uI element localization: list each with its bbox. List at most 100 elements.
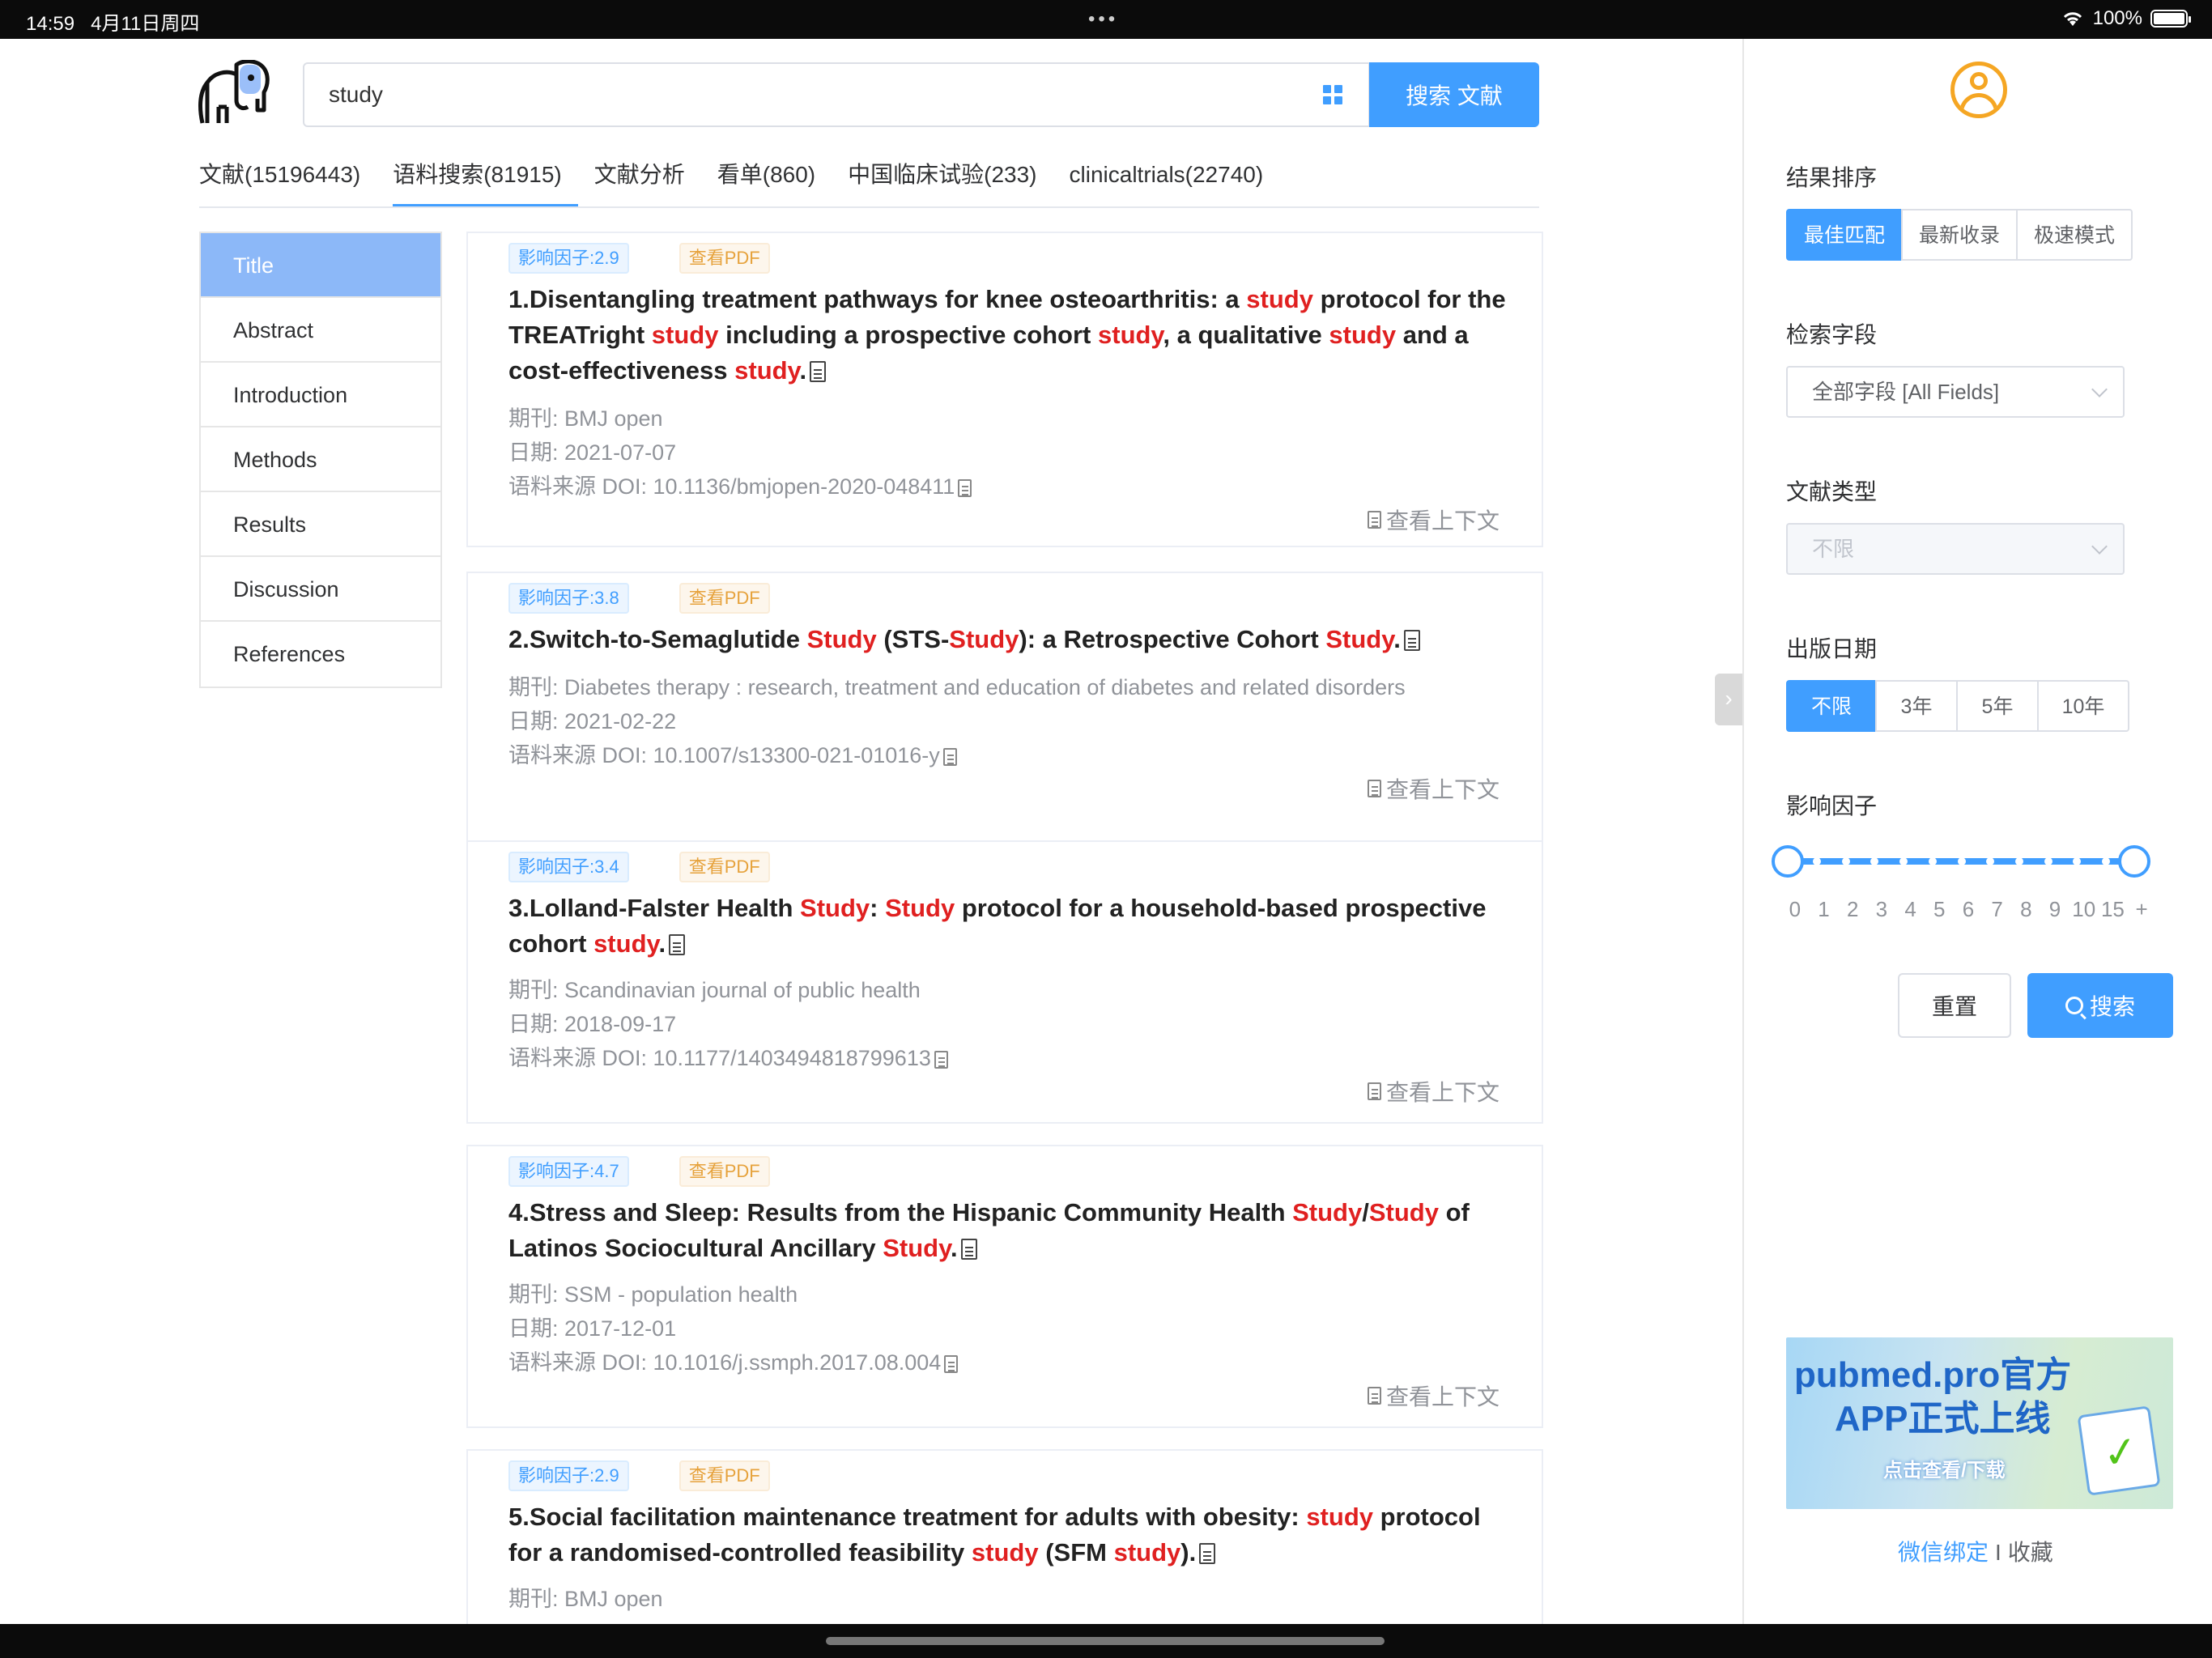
pub-date-segment: 不限 3年 5年 10年 [1786, 680, 2129, 732]
doi[interactable]: 语料来源 DOI: 10.1007/s13300-021-01016-y [508, 738, 1521, 772]
section-results[interactable]: Results [201, 492, 440, 557]
impact-factor-title: 影响因子 [1786, 793, 1878, 818]
result-card: 影响因子:2.9 查看PDF 5.Social facilitation mai… [466, 1449, 1543, 1635]
footer-links: 微信绑定 I 收藏 [1898, 1535, 2053, 1567]
date-10y[interactable]: 10年 [2037, 680, 2129, 732]
date-any[interactable]: 不限 [1786, 680, 1877, 732]
grid-icon[interactable] [1323, 85, 1342, 104]
field-select[interactable]: 全部字段 [All Fields] [1786, 366, 2125, 418]
journal: 期刊: Diabetes therapy : research, treatme… [508, 675, 1406, 699]
tab-literature[interactable]: 文献(15196443) [199, 159, 376, 207]
section-title[interactable]: Title [201, 233, 440, 298]
sort-fast-mode[interactable]: 极速模式 [2016, 209, 2133, 261]
impact-factor-slider[interactable] [1772, 845, 2150, 878]
result-title[interactable]: 2.Switch-to-Semaglutide Study (STS-Study… [508, 622, 1521, 657]
sort-best-match[interactable]: 最佳匹配 [1786, 209, 1903, 261]
sort-segment: 最佳匹配 最新收录 极速模式 [1786, 209, 2133, 261]
reset-button[interactable]: 重置 [1898, 973, 2011, 1038]
battery-percent: 100% [2092, 7, 2142, 29]
date-5y[interactable]: 5年 [1956, 680, 2039, 732]
document-icon[interactable] [960, 1239, 977, 1260]
view-pdf-button[interactable]: 查看PDF [678, 1460, 770, 1491]
favorites-link[interactable]: 收藏 [2008, 1540, 2053, 1565]
document-icon[interactable] [958, 479, 972, 497]
user-avatar-icon[interactable] [1950, 62, 2007, 118]
section-abstract[interactable]: Abstract [201, 298, 440, 363]
chevron-right-icon: › [1725, 686, 1733, 711]
banner-line3: 点击查看/下载 [1883, 1460, 2006, 1482]
view-pdf-button[interactable]: 查看PDF [678, 1156, 770, 1187]
document-icon[interactable] [944, 1355, 959, 1373]
multitask-dots[interactable]: ••• [1088, 8, 1118, 31]
filter-search-button[interactable]: 搜索 [2027, 973, 2173, 1038]
journal: 期刊: SSM - population health [508, 1282, 798, 1307]
link-separator: I [1995, 1540, 2001, 1565]
tab-china-clinical-trials[interactable]: 中国临床试验(233) [832, 159, 1053, 207]
view-context-link[interactable]: 查看上下文 [1364, 772, 1499, 805]
document-icon [1367, 1082, 1381, 1100]
section-discussion[interactable]: Discussion [201, 557, 440, 622]
result-card: 影响因子:3.4 查看PDF 3.Lolland-Falster Health … [466, 840, 1543, 1124]
result-tabs: 文献(15196443) 语料搜索(81915) 文献分析 看单(860) 中国… [199, 159, 1279, 207]
filter-panel: 结果排序 最佳匹配 最新收录 极速模式 检索字段 全部字段 [All Field… [1742, 39, 2212, 1624]
view-context-link[interactable]: 查看上下文 [1364, 1380, 1499, 1412]
panel-collapse-handle[interactable]: › [1715, 674, 1742, 725]
slider-min-handle[interactable] [1772, 845, 1804, 878]
doc-type-title: 文献类型 [1786, 479, 1878, 504]
result-card: 影响因子:2.9 查看PDF 1.Disentangling treatment… [466, 232, 1543, 547]
document-icon[interactable] [934, 1051, 948, 1069]
tab-corpus-search[interactable]: 语料搜索(81915) [376, 159, 578, 207]
result-card: 影响因子:4.7 查看PDF 4.Stress and Sleep: Resul… [466, 1145, 1543, 1428]
journal: 期刊: BMJ open [508, 406, 663, 431]
search-button[interactable]: 搜索 文献 [1369, 62, 1539, 127]
chevron-down-icon [2091, 381, 2108, 397]
document-icon[interactable] [669, 934, 686, 955]
view-pdf-button[interactable]: 查看PDF [678, 243, 770, 274]
tab-literature-analysis[interactable]: 文献分析 [578, 159, 701, 207]
search-box [303, 62, 1370, 127]
impact-factor-badge: 影响因子:4.7 [508, 1156, 629, 1187]
result-title[interactable]: 3.Lolland-Falster Health Study: Study pr… [508, 891, 1521, 962]
view-pdf-button[interactable]: 查看PDF [678, 852, 770, 882]
result-title[interactable]: 5.Social facilitation maintenance treatm… [508, 1499, 1521, 1571]
chevron-down-icon [2091, 538, 2108, 555]
tab-watchlist[interactable]: 看单(860) [701, 159, 832, 207]
section-methods[interactable]: Methods [201, 427, 440, 492]
result-title[interactable]: 1.Disentangling treatment pathways for k… [508, 282, 1521, 389]
journal: 期刊: BMJ open [508, 1587, 663, 1611]
document-icon[interactable] [810, 361, 827, 382]
doc-type-select[interactable]: 不限 [1786, 523, 2125, 575]
doi[interactable]: 语料来源 DOI: 10.1136/bmjopen-2020-048411 [508, 470, 1521, 504]
elephant-logo-icon[interactable] [194, 60, 272, 125]
date: 日期: 2021-02-22 [508, 709, 677, 733]
impact-factor-badge: 影响因子:2.9 [508, 1460, 629, 1491]
doi[interactable]: 语料来源 DOI: 10.1016/j.ssmph.2017.08.004 [508, 1346, 1521, 1380]
doi[interactable]: 语料来源 DOI: 10.1177/1403494818799613 [508, 1041, 1521, 1075]
battery-icon [2150, 10, 2191, 28]
journal: 期刊: Scandinavian journal of public healt… [508, 978, 921, 1002]
document-icon[interactable] [1403, 630, 1420, 651]
view-pdf-button[interactable]: 查看PDF [678, 583, 770, 614]
impact-factor-badge: 影响因子:3.4 [508, 852, 629, 882]
wechat-bind-link[interactable]: 微信绑定 [1898, 1540, 1989, 1565]
section-introduction[interactable]: Introduction [201, 363, 440, 427]
sort-newest[interactable]: 最新收录 [1901, 209, 2018, 261]
document-icon[interactable] [1199, 1543, 1216, 1564]
result-title[interactable]: 4.Stress and Sleep: Results from the His… [508, 1195, 1521, 1266]
search-input[interactable] [329, 64, 1300, 125]
section-nav: Title Abstract Introduction Methods Resu… [199, 232, 442, 688]
pub-date-title: 出版日期 [1786, 636, 1878, 661]
document-icon[interactable] [942, 748, 957, 766]
view-context-link[interactable]: 查看上下文 [1364, 1075, 1499, 1107]
home-indicator[interactable] [0, 1624, 2212, 1658]
slider-max-handle[interactable] [2118, 845, 2150, 878]
status-right: 100% [2061, 7, 2191, 30]
tab-clinicaltrials[interactable]: clinicaltrials(22740) [1053, 159, 1280, 207]
notepad-check-icon [2077, 1405, 2161, 1496]
status-time: 14:59 4月11日周四 [26, 13, 200, 35]
date-3y[interactable]: 3年 [1875, 680, 1958, 732]
sort-title: 结果排序 [1786, 165, 1878, 190]
view-context-link[interactable]: 查看上下文 [1364, 504, 1499, 536]
section-references[interactable]: References [201, 622, 440, 687]
app-promo-banner[interactable]: pubmed.pro官方 APP正式上线 点击查看/下载 [1786, 1337, 2173, 1509]
